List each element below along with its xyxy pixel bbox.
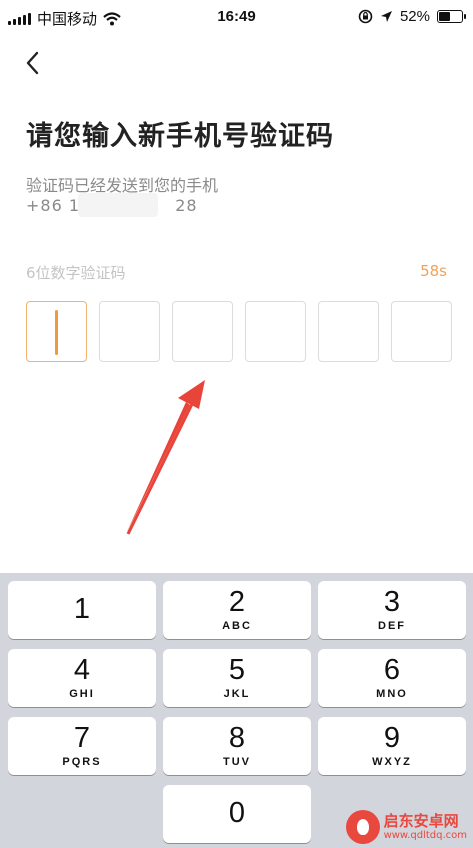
code-label: 6位数字验证码 bbox=[26, 264, 126, 282]
key-digit: 4 bbox=[73, 654, 91, 686]
key-letters: PQRS bbox=[62, 756, 102, 768]
key-2[interactable]: 2 ABC bbox=[163, 581, 311, 639]
watermark-url: www.qdltdq.com bbox=[383, 829, 467, 841]
key-letters: ABC bbox=[222, 620, 252, 632]
status-bar: 中国移动 16:49 52% bbox=[0, 0, 473, 34]
key-digit: 5 bbox=[228, 654, 246, 686]
page-title: 请您输入新手机号验证码 bbox=[26, 121, 334, 152]
watermark-name: 启东安卓网 bbox=[383, 811, 459, 830]
key-digit: 0 bbox=[228, 797, 246, 829]
back-chevron-icon[interactable] bbox=[22, 50, 46, 76]
key-letters: MNO bbox=[376, 688, 408, 700]
key-digit: 2 bbox=[228, 586, 246, 618]
rotation-lock-icon bbox=[358, 9, 373, 24]
key-3[interactable]: 3 DEF bbox=[318, 581, 466, 639]
code-digit-box[interactable] bbox=[172, 301, 233, 362]
key-digit: 9 bbox=[383, 722, 401, 754]
key-letters: JKL bbox=[223, 688, 251, 700]
status-right: 52% bbox=[358, 8, 466, 25]
watermark-text: 启东安卓网 www.qdltdq.com bbox=[383, 811, 467, 842]
key-digit: 3 bbox=[383, 586, 401, 618]
code-digit-box[interactable] bbox=[391, 301, 452, 362]
watermark-logo-icon bbox=[345, 810, 380, 844]
battery-icon bbox=[437, 10, 466, 23]
key-letters: WXYZ bbox=[372, 756, 412, 768]
battery-percent: 52% bbox=[399, 8, 430, 25]
key-8[interactable]: 8 TUV bbox=[163, 717, 311, 775]
code-input-group[interactable] bbox=[26, 301, 452, 362]
key-7[interactable]: 7 PQRS bbox=[8, 717, 156, 775]
location-arrow-icon bbox=[380, 11, 392, 22]
key-1[interactable]: 1 bbox=[8, 581, 156, 639]
code-digit-box[interactable] bbox=[318, 301, 379, 362]
key-digit: 8 bbox=[228, 722, 246, 754]
resend-countdown[interactable]: 58s bbox=[420, 262, 447, 280]
text-caret bbox=[55, 310, 58, 355]
key-letters: TUV bbox=[223, 756, 251, 768]
watermark: 启东安卓网 www.qdltdq.com bbox=[345, 810, 467, 844]
code-digit-box[interactable] bbox=[245, 301, 306, 362]
key-6[interactable]: 6 MNO bbox=[318, 649, 466, 707]
numeric-keypad: 0 9 WXYZ 8 TUV 7 PQRS 6 MNO 5 JKL 4 GHI 3 DEF 2 ABC 1 启东安… bbox=[0, 573, 473, 848]
key-5[interactable]: 5 JKL bbox=[163, 649, 311, 707]
key-9[interactable]: 9 WXYZ bbox=[318, 717, 466, 775]
key-digit: 7 bbox=[73, 722, 91, 754]
battery-fill bbox=[439, 12, 451, 21]
key-digit: 6 bbox=[383, 654, 401, 686]
redacted-digits bbox=[78, 193, 158, 217]
key-4[interactable]: 4 GHI bbox=[8, 649, 156, 707]
code-digit-box[interactable] bbox=[26, 301, 87, 362]
code-digit-box[interactable] bbox=[99, 301, 160, 362]
key-letters: DEF bbox=[378, 620, 406, 632]
phone-suffix: 28 bbox=[175, 196, 198, 215]
key-digit: 1 bbox=[73, 593, 91, 625]
key-letters: GHI bbox=[69, 688, 95, 700]
key-0[interactable]: 0 bbox=[163, 785, 311, 843]
